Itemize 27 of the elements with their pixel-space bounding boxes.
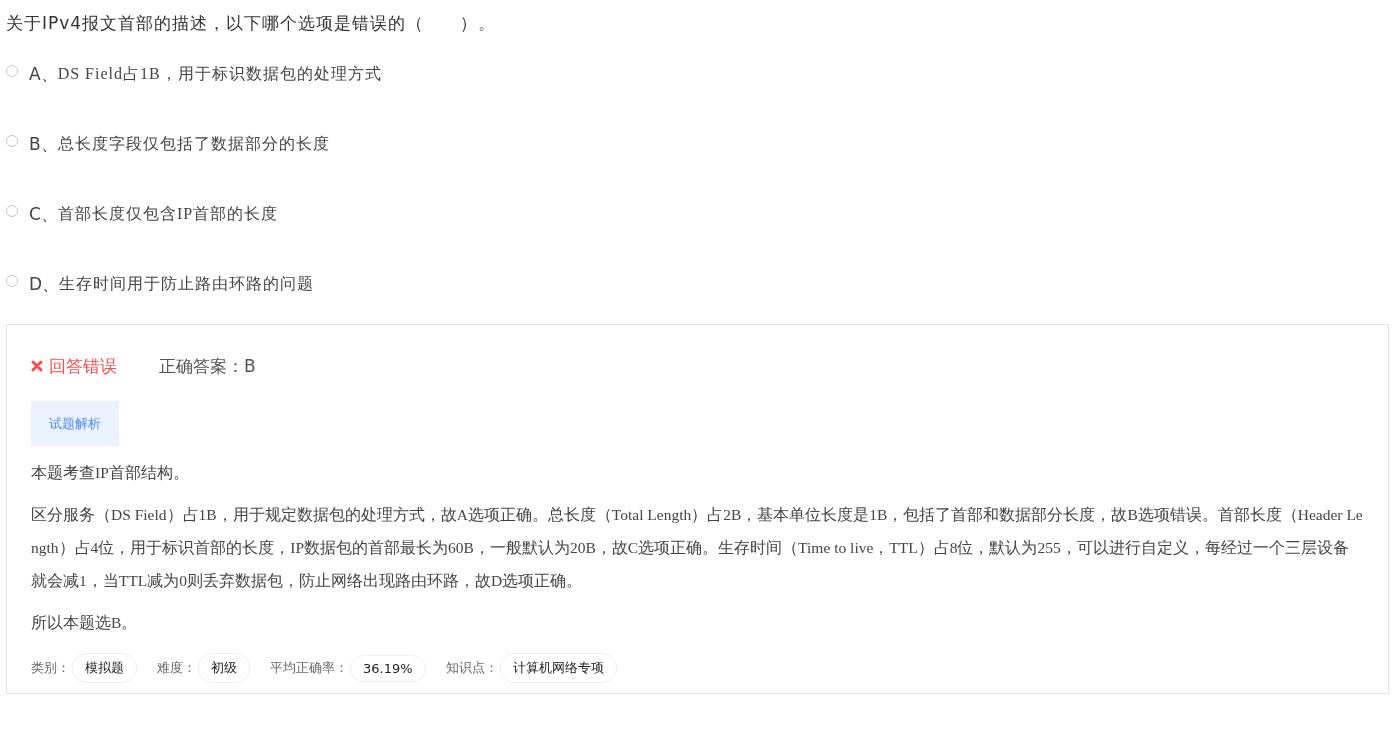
option-letter: B、 bbox=[29, 132, 58, 156]
radio-button[interactable] bbox=[6, 275, 18, 287]
analysis-tab[interactable]: 试题解析 bbox=[31, 401, 119, 446]
option-letter: C、 bbox=[29, 202, 58, 226]
option-letter: A、 bbox=[29, 62, 58, 86]
radio-button[interactable] bbox=[6, 205, 18, 217]
question-text: 关于IPv4报文首部的描述，以下哪个选项是错误的（ ）。 bbox=[6, 12, 498, 35]
meta-tag: 计算机网络专项 bbox=[499, 653, 617, 683]
radio-button[interactable] bbox=[6, 135, 18, 147]
meta-tag: 模拟题 bbox=[72, 653, 137, 683]
option-text: 总长度字段仅包括了数据部分的长度 bbox=[57, 133, 330, 154]
option-text: DS Field占1B，用于标识数据包的处理方式 bbox=[57, 63, 382, 84]
meta-label: 平均正确率： bbox=[270, 659, 348, 677]
meta-label: 难度： bbox=[157, 659, 196, 677]
correct-answer: 正确答案：B bbox=[159, 354, 256, 378]
meta-label: 知识点： bbox=[445, 659, 498, 677]
result-text: 回答错误 bbox=[49, 354, 117, 378]
option-letter: D、 bbox=[29, 272, 60, 296]
cross-icon bbox=[31, 360, 43, 372]
analysis-paragraph: 区分服务（DS Field）占1B，用于规定数据包的处理方式，故A选项正确。总长度（Total Length）占2B，基本单位长度是1B，包括了首部和数据部分长度，故B选项错误。首部长度（Header Length）占4位，用于标识首部的长度，IP数据包的首部最长为60B，一般默认为20B，故C选项正确。生存时间（Time to live，TTL）占8位，默认为255，可以进行自定义，每经过一个三层设备就会减1，当TTL减为0则丢弃数据包，防止网络出现路由环路，故D选项正确。 bbox=[31, 505, 1364, 591]
option-text: 首部长度仅包含IP首部的长度 bbox=[57, 203, 279, 224]
analysis-paragraph: 本题考查IP首部结构。 bbox=[31, 463, 190, 483]
radio-button[interactable] bbox=[6, 65, 18, 77]
analysis-paragraph: 所以本题选B。 bbox=[31, 613, 139, 633]
meta-tag: 初级 bbox=[198, 653, 250, 683]
meta-label: 类别： bbox=[31, 659, 70, 677]
option-text: 生存时间用于防止路由环路的问题 bbox=[59, 273, 315, 294]
